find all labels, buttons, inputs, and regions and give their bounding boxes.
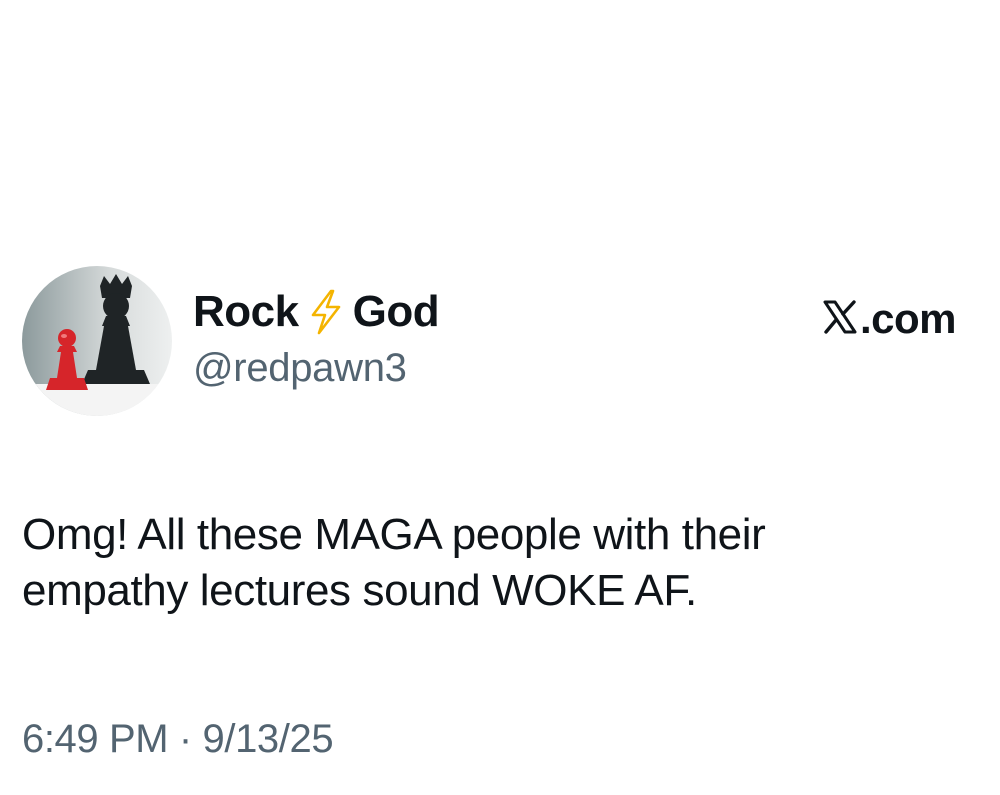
tweet-text-line: empathy lectures sound WOKE AF. xyxy=(22,566,697,615)
author-handle[interactable]: @redpawn3 xyxy=(193,346,407,391)
tweet-text: Omg! All these MAGA people with their em… xyxy=(22,507,982,619)
brand-text: .com xyxy=(859,295,957,342)
author-name-first: Rock xyxy=(193,287,299,336)
avatar-image xyxy=(22,266,172,416)
brand-link[interactable]: .com xyxy=(822,295,957,343)
author-name-last: God xyxy=(352,287,440,336)
tweet-timestamp[interactable]: 6:49 PM · 9/13/25 xyxy=(22,717,334,762)
tweet-text-line: Omg! All these MAGA people with their xyxy=(22,510,766,559)
avatar[interactable] xyxy=(22,266,172,416)
lightning-bolt-icon xyxy=(307,289,345,335)
author-name[interactable]: Rock God xyxy=(193,286,440,338)
x-logo-icon xyxy=(822,299,860,340)
